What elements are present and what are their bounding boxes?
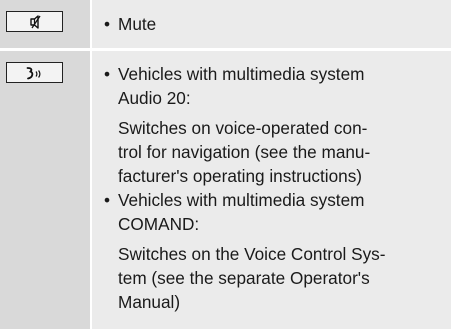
function-table: • Mute • Vehicles with multimedia system… (0, 0, 451, 329)
voice-control-description: • Vehicles with multimedia system Audio … (104, 62, 444, 314)
description-line: Switches on voice-operated con- (118, 118, 368, 138)
description-line: facturer's operating instructions) (118, 166, 363, 186)
comand-heading-line: Vehicles with multimedia system (118, 190, 365, 210)
mute-label: Mute (118, 14, 157, 34)
bullet-glyph: • (104, 190, 111, 210)
voice-control-key (6, 62, 63, 83)
description-line: Manual) (118, 292, 181, 312)
audio20-heading-line: Audio 20: (118, 88, 191, 108)
bullet-glyph: • (104, 14, 111, 34)
bullet-glyph: • (104, 64, 111, 84)
list-item: • Vehicles with multimedia system COMAND… (104, 188, 444, 236)
description-line: Switches on the Voice Control Sys- (118, 244, 386, 264)
voice-control-icon (26, 66, 40, 79)
mute-icon (29, 14, 41, 29)
list-item: • Vehicles with multimedia system Audio … (104, 62, 444, 110)
audio20-heading: Vehicles with multimedia system Audio 20… (118, 62, 444, 110)
audio20-description: Switches on voice-operated con- trol for… (104, 116, 444, 188)
comand-heading: Vehicles with multimedia system COMAND: (118, 188, 444, 236)
row-divider (0, 48, 451, 51)
list-item: • Mute (104, 12, 444, 36)
mute-description: • Mute (104, 12, 444, 36)
comand-heading-line: COMAND: (118, 214, 200, 234)
mute-key (6, 11, 63, 32)
description-line: tem (see the separate Operator's (118, 268, 370, 288)
audio20-heading-line: Vehicles with multimedia system (118, 64, 365, 84)
description-line: trol for navigation (see the manu- (118, 142, 371, 162)
comand-description: Switches on the Voice Control Sys- tem (… (104, 242, 444, 314)
